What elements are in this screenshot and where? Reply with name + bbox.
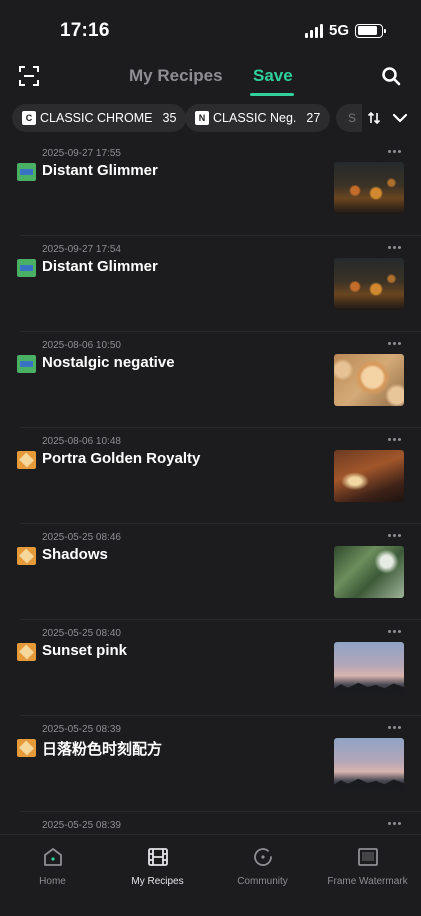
recipe-item[interactable]: 2025-05-25 08:40 Sunset pink	[0, 620, 421, 716]
recipe-title: Shadows	[42, 546, 108, 563]
more-options-icon[interactable]	[388, 532, 404, 538]
film-icon	[147, 848, 168, 866]
recipe-title: Distant Glimmer	[42, 162, 158, 179]
bottom-tab-label: My Recipes	[131, 876, 184, 887]
recipe-thumbnail[interactable]	[334, 546, 404, 598]
status-time: 17:16	[60, 20, 110, 41]
recipe-list: 2025-09-27 17:55 Distant Glimmer 2025-09…	[0, 140, 421, 834]
more-options-icon[interactable]	[388, 628, 404, 634]
more-options-icon[interactable]	[388, 724, 404, 730]
sort-icon	[367, 111, 381, 125]
tab-my-recipes[interactable]: My Recipes	[129, 66, 223, 86]
recipe-item[interactable]: 2025-05-25 08:39 日落粉色时刻配方	[0, 716, 421, 812]
chip-label: CLASSIC Neg.	[213, 111, 297, 125]
filter-bar: C CLASSIC CHROME 35 N CLASSIC Neg. 27 S	[0, 104, 421, 132]
recipe-title: Distant Glimmer	[42, 258, 158, 275]
bottom-tab-bar: Home My Recipes Community Frame Watermar…	[0, 834, 421, 916]
recipe-date: 2025-08-06 10:48	[42, 436, 121, 447]
more-options-icon[interactable]	[388, 820, 404, 826]
top-nav: My Recipes Save	[0, 56, 421, 98]
more-options-icon[interactable]	[388, 436, 404, 442]
recipe-date: 2025-05-25 08:39	[42, 820, 121, 831]
portra-badge-icon	[17, 739, 36, 757]
bottom-tab-frame-watermark[interactable]: Frame Watermark	[315, 845, 420, 895]
recipe-title: Sunset pink	[42, 642, 128, 659]
recipe-date: 2025-08-06 10:50	[42, 340, 121, 351]
bottom-tab-home[interactable]: Home	[0, 845, 105, 895]
film-sim-icon: C	[22, 111, 36, 125]
recipe-date: 2025-05-25 08:46	[42, 532, 121, 543]
classic-chrome-badge-icon	[17, 355, 36, 373]
portra-badge-icon	[17, 451, 36, 469]
film-sim-icon: N	[195, 111, 209, 125]
recipe-thumbnail[interactable]	[334, 738, 404, 790]
recipe-item[interactable]: 2025-08-06 10:50 Nostalgic negative	[0, 332, 421, 428]
chip-count: 35	[162, 111, 177, 125]
recipe-date: 2025-05-25 08:39	[42, 724, 121, 735]
recipe-thumbnail[interactable]	[334, 642, 404, 694]
recipe-thumbnail[interactable]	[334, 258, 404, 310]
chevron-down-icon[interactable]	[390, 108, 410, 128]
signal-icon	[304, 23, 323, 38]
scan-icon[interactable]	[18, 65, 40, 87]
tab-save[interactable]: Save	[253, 66, 293, 86]
more-options-icon[interactable]	[388, 244, 404, 250]
portra-badge-icon	[17, 643, 36, 661]
network-label: 5G	[328, 22, 349, 39]
recipe-date: 2025-05-25 08:40	[42, 628, 121, 639]
home-icon	[43, 848, 62, 866]
recipe-thumbnail[interactable]	[334, 354, 404, 406]
battery-icon	[355, 23, 386, 38]
recipe-date: 2025-09-27 17:54	[42, 244, 121, 255]
frame-icon	[357, 848, 378, 866]
recipe-item[interactable]: 2025-05-25 08:39	[0, 812, 421, 834]
recipe-title: Portra Golden Royalty	[42, 450, 201, 467]
chip-label: CLASSIC CHROME	[40, 111, 153, 125]
filter-chip-classic-chrome[interactable]: C CLASSIC CHROME 35	[12, 104, 187, 132]
filter-chip-classic-neg[interactable]: N CLASSIC Neg. 27	[185, 104, 331, 132]
bottom-tab-community[interactable]: Community	[210, 845, 315, 895]
portra-badge-icon	[17, 547, 36, 565]
bottom-tab-label: Frame Watermark	[327, 876, 408, 887]
community-icon	[253, 848, 272, 866]
more-options-icon[interactable]	[388, 148, 404, 154]
recipe-title: Nostalgic negative	[42, 354, 175, 371]
recipe-title: 日落粉色时刻配方	[42, 741, 163, 758]
more-options-icon[interactable]	[388, 340, 404, 346]
status-indicators: 5G	[304, 22, 386, 39]
bottom-tab-label: Community	[237, 876, 288, 887]
status-bar: 17:16 5G	[0, 0, 421, 60]
recipe-item[interactable]: 2025-08-06 10:48 Portra Golden Royalty	[0, 428, 421, 524]
bottom-tab-label: Home	[39, 876, 66, 887]
recipe-thumbnail[interactable]	[334, 162, 404, 214]
recipe-item[interactable]: 2025-09-27 17:54 Distant Glimmer	[0, 236, 421, 332]
classic-chrome-badge-icon	[17, 163, 36, 181]
active-tab-indicator	[250, 93, 294, 96]
recipe-date: 2025-09-27 17:55	[42, 148, 121, 159]
recipe-item[interactable]: 2025-09-27 17:55 Distant Glimmer	[0, 140, 421, 236]
classic-chrome-badge-icon	[17, 259, 36, 277]
recipe-item[interactable]: 2025-05-25 08:46 Shadows	[0, 524, 421, 620]
search-icon[interactable]	[381, 66, 401, 86]
chip-count: 27	[306, 111, 321, 125]
bottom-tab-my-recipes[interactable]: My Recipes	[105, 845, 210, 895]
sort-button[interactable]	[362, 104, 386, 132]
recipe-thumbnail[interactable]	[334, 450, 404, 502]
